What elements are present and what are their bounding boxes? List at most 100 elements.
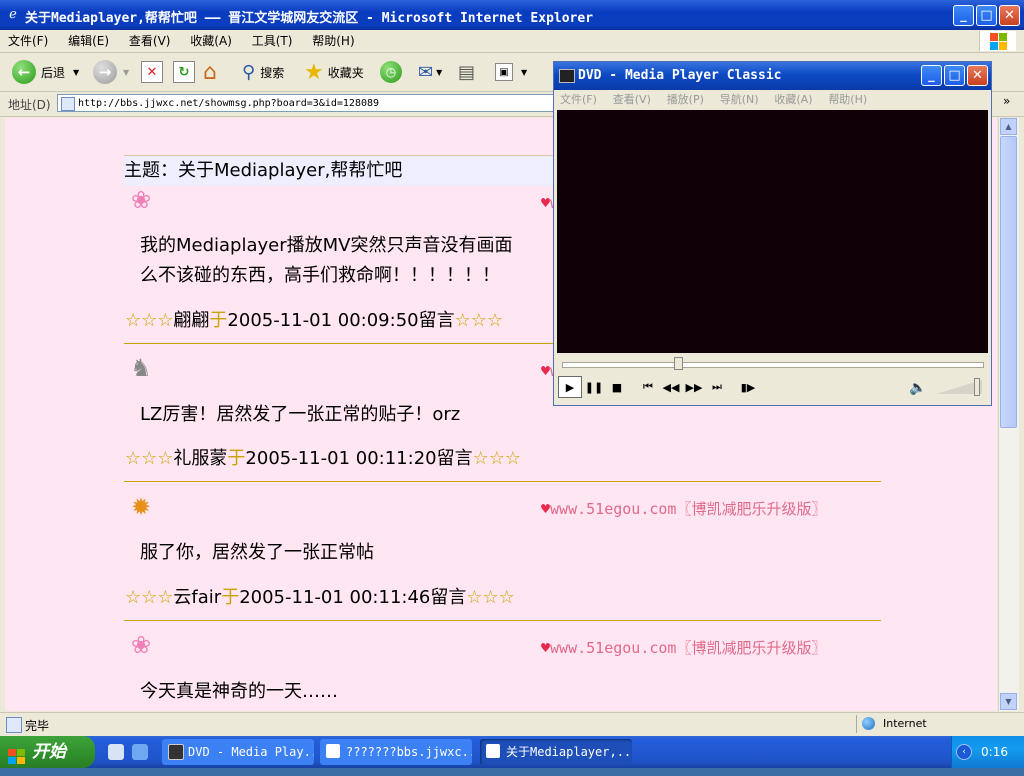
ie-page-icon xyxy=(486,744,500,758)
search-icon: ⚲ xyxy=(242,61,256,83)
stop-button[interactable]: ✕ xyxy=(141,59,163,85)
mpc-title: DVD - Media Player Classic xyxy=(578,68,782,83)
pause-icon: ❚❚ xyxy=(584,380,604,394)
taskbar-item-ie-1[interactable]: ???????bbs.jjwxc... xyxy=(320,739,472,765)
seek-bar[interactable] xyxy=(562,357,984,370)
fast-forward-button[interactable]: ▶▶ xyxy=(683,377,705,397)
mpc-menu-view[interactable]: 查看(V) xyxy=(607,90,657,110)
scroll-up-icon[interactable]: ▲ xyxy=(1000,118,1017,135)
page-icon xyxy=(61,97,75,111)
mpc-window: DVD - Media Player Classic _ □ ✕ 文件(F) 查… xyxy=(553,61,992,406)
toolbar-overflow-icon[interactable]: » xyxy=(1003,94,1010,108)
previous-button[interactable]: ⏮ xyxy=(637,377,659,397)
refresh-button[interactable]: ↻ xyxy=(173,59,195,85)
scroll-thumb[interactable] xyxy=(1000,136,1017,428)
mpc-menu-file[interactable]: 文件(F) xyxy=(554,90,603,110)
taskbar-item-mpc[interactable]: DVD - Media Play... xyxy=(162,739,314,765)
pause-button[interactable]: ❚❚ xyxy=(583,377,605,397)
ie-page-icon xyxy=(326,744,340,758)
scroll-down-icon[interactable]: ▼ xyxy=(1000,693,1017,710)
refresh-icon: ↻ xyxy=(173,61,195,83)
menu-favorites[interactable]: 收藏(A) xyxy=(182,30,240,52)
maximize-button[interactable]: □ xyxy=(976,5,997,26)
post-separator xyxy=(124,620,881,621)
pink-monster-avatar-icon: ❀ xyxy=(130,631,152,659)
play-button[interactable]: ▶ xyxy=(558,376,582,398)
history-button[interactable]: ◷ xyxy=(380,59,402,85)
mpc-maximize-button[interactable]: □ xyxy=(944,65,965,86)
search-label: 搜索 xyxy=(260,65,285,80)
forward-button[interactable]: → ▼ xyxy=(93,59,129,85)
edit-button[interactable]: ▣ ▼ xyxy=(495,59,527,85)
start-label: 开始 xyxy=(32,742,66,762)
address-label: 地址(D) xyxy=(8,98,51,112)
ie-statusbar: 完毕 Internet xyxy=(0,712,1024,737)
mpc-minimize-button[interactable]: _ xyxy=(921,65,942,86)
fast-forward-icon: ▶▶ xyxy=(685,380,703,394)
menu-edit[interactable]: 编辑(E) xyxy=(60,30,117,52)
stars-icon: ☆☆☆ xyxy=(125,587,174,608)
mpc-film-icon xyxy=(559,69,575,83)
stop-button[interactable]: ■ xyxy=(606,377,628,397)
mail-button[interactable]: ✉ ▼ xyxy=(418,59,442,85)
taskbar-item-ie-2[interactable]: 关于Mediaplayer,... xyxy=(480,739,632,765)
menu-help[interactable]: 帮助(H) xyxy=(304,30,362,52)
volume-knob[interactable] xyxy=(974,378,980,396)
ad-link[interactable]: ♥www.51egou.com〖博凯减肥乐升级版〗 xyxy=(541,498,826,519)
print-button[interactable]: ▤ xyxy=(458,59,475,85)
tray-expand-icon[interactable]: ‹ xyxy=(956,744,972,760)
ie-titlebar[interactable]: ℯ 关于Mediaplayer,帮帮忙吧 —— 晋江文学城网友交流区 - Mic… xyxy=(0,0,1024,30)
post-time: 2005-11-01 00:09:50 xyxy=(227,310,419,331)
address-input[interactable]: http://bbs.jjwxc.net/showmsg.php?board=3… xyxy=(57,94,557,112)
post-meta: ☆☆☆礼服蒙于2005-11-01 00:11:20留言☆☆☆ xyxy=(125,448,522,469)
system-tray: ‹ 0:16 xyxy=(951,736,1024,768)
stars-icon: ☆☆☆ xyxy=(125,310,174,331)
mpc-menu-favorites[interactable]: 收藏(A) xyxy=(768,90,818,110)
post-text: 我的Mediaplayer播放MV突然只声音没有画面 xyxy=(140,235,513,256)
seek-knob[interactable] xyxy=(674,357,683,370)
favorites-button[interactable]: ★ 收藏夹 xyxy=(304,59,364,85)
mpc-menu-play[interactable]: 播放(P) xyxy=(661,90,710,110)
status-text: 完毕 xyxy=(25,719,50,733)
quicklaunch-ie-icon[interactable] xyxy=(132,744,148,760)
ad-link[interactable]: ♥www.51egou.com〖博凯减肥乐升级版〗 xyxy=(541,637,826,658)
close-button[interactable]: ✕ xyxy=(999,5,1020,26)
search-button[interactable]: ⚲ 搜索 xyxy=(242,59,284,85)
menu-tools[interactable]: 工具(T) xyxy=(244,30,301,52)
menu-view[interactable]: 查看(V) xyxy=(121,30,179,52)
start-button[interactable]: 开始 xyxy=(0,736,95,768)
video-area[interactable] xyxy=(557,110,988,353)
rabbit-avatar-icon: ♞ xyxy=(130,354,152,382)
next-button[interactable]: ⏭ xyxy=(706,377,728,397)
volume-control[interactable]: 🔈 xyxy=(909,378,984,398)
address-text: http://bbs.jjwxc.net/showmsg.php?board=3… xyxy=(78,98,380,109)
rewind-button[interactable]: ◀◀ xyxy=(660,377,682,397)
clock: 0:16 xyxy=(981,745,1008,759)
garfield-avatar-icon: ✹ xyxy=(130,493,152,521)
back-arrow-icon: ← xyxy=(12,60,36,84)
windows-flag-icon xyxy=(8,744,26,764)
rewind-icon: ◀◀ xyxy=(662,380,680,394)
vertical-scrollbar[interactable]: ▲ ▼ xyxy=(998,118,1019,711)
star-icon: ★ xyxy=(304,59,324,85)
mpc-close-button[interactable]: ✕ xyxy=(967,65,988,86)
post-meta: ☆☆☆翩翩于2005-11-01 00:09:50留言☆☆☆ xyxy=(125,310,504,331)
edit-icon: ▣ xyxy=(495,63,513,81)
quicklaunch-desktop-icon[interactable] xyxy=(108,744,124,760)
menu-file[interactable]: 文件(F) xyxy=(0,30,56,52)
minimize-button[interactable]: _ xyxy=(953,5,974,26)
mpc-menu-navigate[interactable]: 导航(N) xyxy=(714,90,765,110)
ie-menubar: 文件(F) 编辑(E) 查看(V) 收藏(A) 工具(T) 帮助(H) xyxy=(0,30,1024,53)
mpc-titlebar[interactable]: DVD - Media Player Classic _ □ ✕ xyxy=(554,62,991,90)
post-meta: ☆☆☆云fair于2005-11-01 00:11:46留言☆☆☆ xyxy=(125,587,515,608)
frame-step-button[interactable]: ▮▶ xyxy=(737,377,759,397)
home-icon: ⌂ xyxy=(203,59,217,85)
mpc-menu-help[interactable]: 帮助(H) xyxy=(822,90,873,110)
home-button[interactable]: ⌂ xyxy=(203,59,217,85)
post-author: 云fair xyxy=(173,587,222,608)
post-text: LZ厉害！居然发了一张正常的贴子！orz xyxy=(140,404,461,425)
speaker-icon[interactable]: 🔈 xyxy=(909,380,926,396)
stars-icon: ☆☆☆ xyxy=(125,448,174,469)
back-button[interactable]: ← 后退 ▼ xyxy=(12,59,79,85)
print-icon: ▤ xyxy=(458,61,476,83)
